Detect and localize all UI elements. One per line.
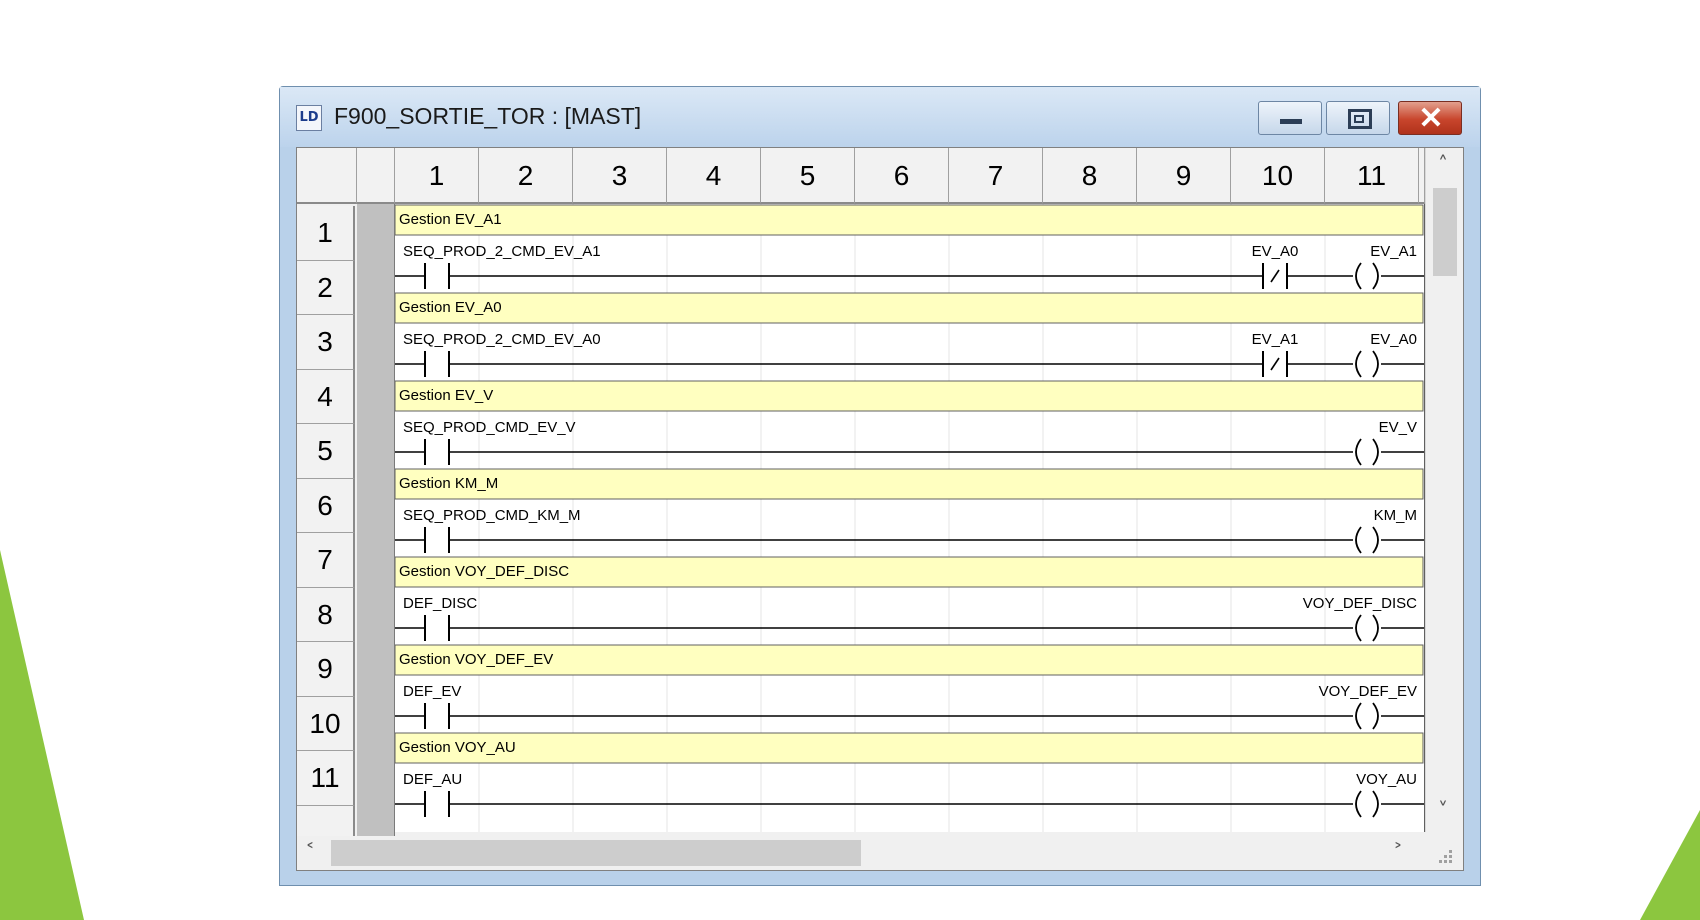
rung-comment-text: Gestion KM_M (399, 475, 498, 492)
contact-label: DEF_DISC (403, 595, 477, 612)
rung-comment-box (395, 292, 1424, 324)
contact-label: SEQ_PROD_2_CMD_EV_A0 (403, 331, 601, 348)
coil-label: VOY_DEF_DISC (1303, 595, 1417, 612)
coil-label: EV_A1 (1370, 243, 1417, 260)
close-button[interactable]: ✕ (1398, 101, 1462, 135)
contact-gap (425, 703, 449, 729)
coil-gap (1353, 262, 1381, 290)
right-green-triangle (1640, 810, 1700, 920)
scroll-down-arrow-icon[interactable]: ˅ (1438, 798, 1448, 822)
scroll-up-arrow-icon[interactable]: ˄ (1438, 152, 1448, 176)
nc-contact-label: EV_A0 (1252, 243, 1299, 260)
vertical-scrollbar[interactable]: ˄ ˅ (1425, 148, 1463, 832)
resize-grip-icon[interactable] (1433, 844, 1457, 868)
row-header-7: 7 (297, 533, 355, 588)
minimize-icon (1280, 119, 1302, 124)
rung-comment-text: Gestion VOY_AU (399, 739, 516, 756)
row-header-3: 3 (297, 315, 355, 370)
rung-comment-text: Gestion EV_A1 (399, 211, 502, 228)
coil-gap (1353, 526, 1381, 554)
rung-comment-box (395, 732, 1424, 764)
coil-label: KM_M (1374, 507, 1417, 524)
column-header-8: 8 (1043, 148, 1137, 204)
contact-label: SEQ_PROD_2_CMD_EV_A1 (403, 243, 601, 260)
rung-comment-text: Gestion VOY_DEF_EV (399, 651, 553, 668)
row-header-11: 11 (297, 751, 355, 806)
ladder-canvas[interactable]: Gestion EV_A1 SEQ_PROD_2_CMD_EV_A1 EV_A0 EV… (395, 204, 1425, 832)
left-power-rail-column (357, 204, 395, 846)
rung-comment-box (395, 380, 1424, 412)
close-icon: ✕ (1418, 102, 1444, 135)
column-header-11: 11 (1325, 148, 1419, 204)
horizontal-scrollbar[interactable]: ˂ ˃ (297, 836, 1425, 870)
coil-gap (1353, 438, 1381, 466)
column-header-5: 5 (761, 148, 855, 204)
column-header-10: 10 (1231, 148, 1325, 204)
column-header-9: 9 (1137, 148, 1231, 204)
row-header-2: 2 (297, 260, 355, 315)
coil-gap (1353, 614, 1381, 642)
left-green-triangle (0, 550, 84, 920)
row-header-1: 1 (297, 206, 355, 261)
rung-comment-text: Gestion EV_A0 (399, 299, 502, 316)
window-title: F900_SORTIE_TOR : [MAST] (334, 103, 642, 129)
row-header-4: 4 (297, 369, 355, 424)
contact-label: DEF_EV (403, 683, 461, 700)
contact-label: DEF_AU (403, 771, 462, 788)
gray-column-header (357, 148, 395, 204)
row-header-10: 10 (297, 696, 355, 751)
contact-gap (425, 615, 449, 641)
maximize-icon (1348, 109, 1372, 129)
coil-label: VOY_AU (1356, 771, 1417, 788)
rung-comment-box (395, 468, 1424, 500)
column-header-6: 6 (855, 148, 949, 204)
ladder-diagram[interactable]: Gestion EV_A1 SEQ_PROD_2_CMD_EV_A1 EV_A0 EV… (395, 204, 1425, 832)
contact-gap (425, 263, 449, 289)
contact-gap (425, 791, 449, 817)
ladder-editor-window: LD F900_SORTIE_TOR : [MAST] ✕ 1234567891… (279, 86, 1481, 886)
contact-gap (425, 527, 449, 553)
nc-contact-label: EV_A1 (1252, 331, 1299, 348)
horizontal-scroll-thumb[interactable] (331, 840, 861, 866)
corner-header (297, 148, 357, 204)
ladder-diagram-icon: LD (296, 105, 322, 131)
coil-gap (1353, 702, 1381, 730)
contact-label: SEQ_PROD_CMD_KM_M (403, 507, 581, 524)
column-header-3: 3 (573, 148, 667, 204)
ladder-editor-client: 1 2 3 4 5 6 7 8 9 10 11 1 2 3 4 5 6 7 8 9 10 11 Gestion EV_A… (296, 147, 1464, 871)
contact-label: SEQ_PROD_CMD_EV_V (403, 419, 576, 436)
maximize-button[interactable] (1326, 101, 1390, 135)
rung-comment-box (395, 204, 1424, 236)
row-header-9: 9 (297, 642, 355, 697)
row-header-6: 6 (297, 478, 355, 533)
column-header-2: 2 (479, 148, 573, 204)
column-header-1: 1 (395, 148, 479, 204)
coil-label: EV_A0 (1370, 331, 1417, 348)
coil-label: EV_V (1379, 419, 1417, 436)
rung-comment-text: Gestion EV_V (399, 387, 493, 404)
column-header-7: 7 (949, 148, 1043, 204)
rung-comment-text: Gestion VOY_DEF_DISC (399, 563, 569, 580)
contact-gap (425, 439, 449, 465)
column-header-4: 4 (667, 148, 761, 204)
coil-label: VOY_DEF_EV (1319, 683, 1417, 700)
title-bar[interactable]: LD F900_SORTIE_TOR : [MAST] ✕ (280, 87, 1480, 147)
coil-gap (1353, 350, 1381, 378)
row-header-5: 5 (297, 424, 355, 479)
contact-gap (425, 351, 449, 377)
vertical-scroll-thumb[interactable] (1433, 188, 1457, 276)
minimize-button[interactable] (1258, 101, 1322, 135)
coil-gap (1353, 790, 1381, 818)
scroll-left-arrow-icon[interactable]: ˂ (305, 840, 315, 864)
row-header-8: 8 (297, 587, 355, 642)
scroll-right-arrow-icon[interactable]: ˃ (1393, 840, 1403, 864)
